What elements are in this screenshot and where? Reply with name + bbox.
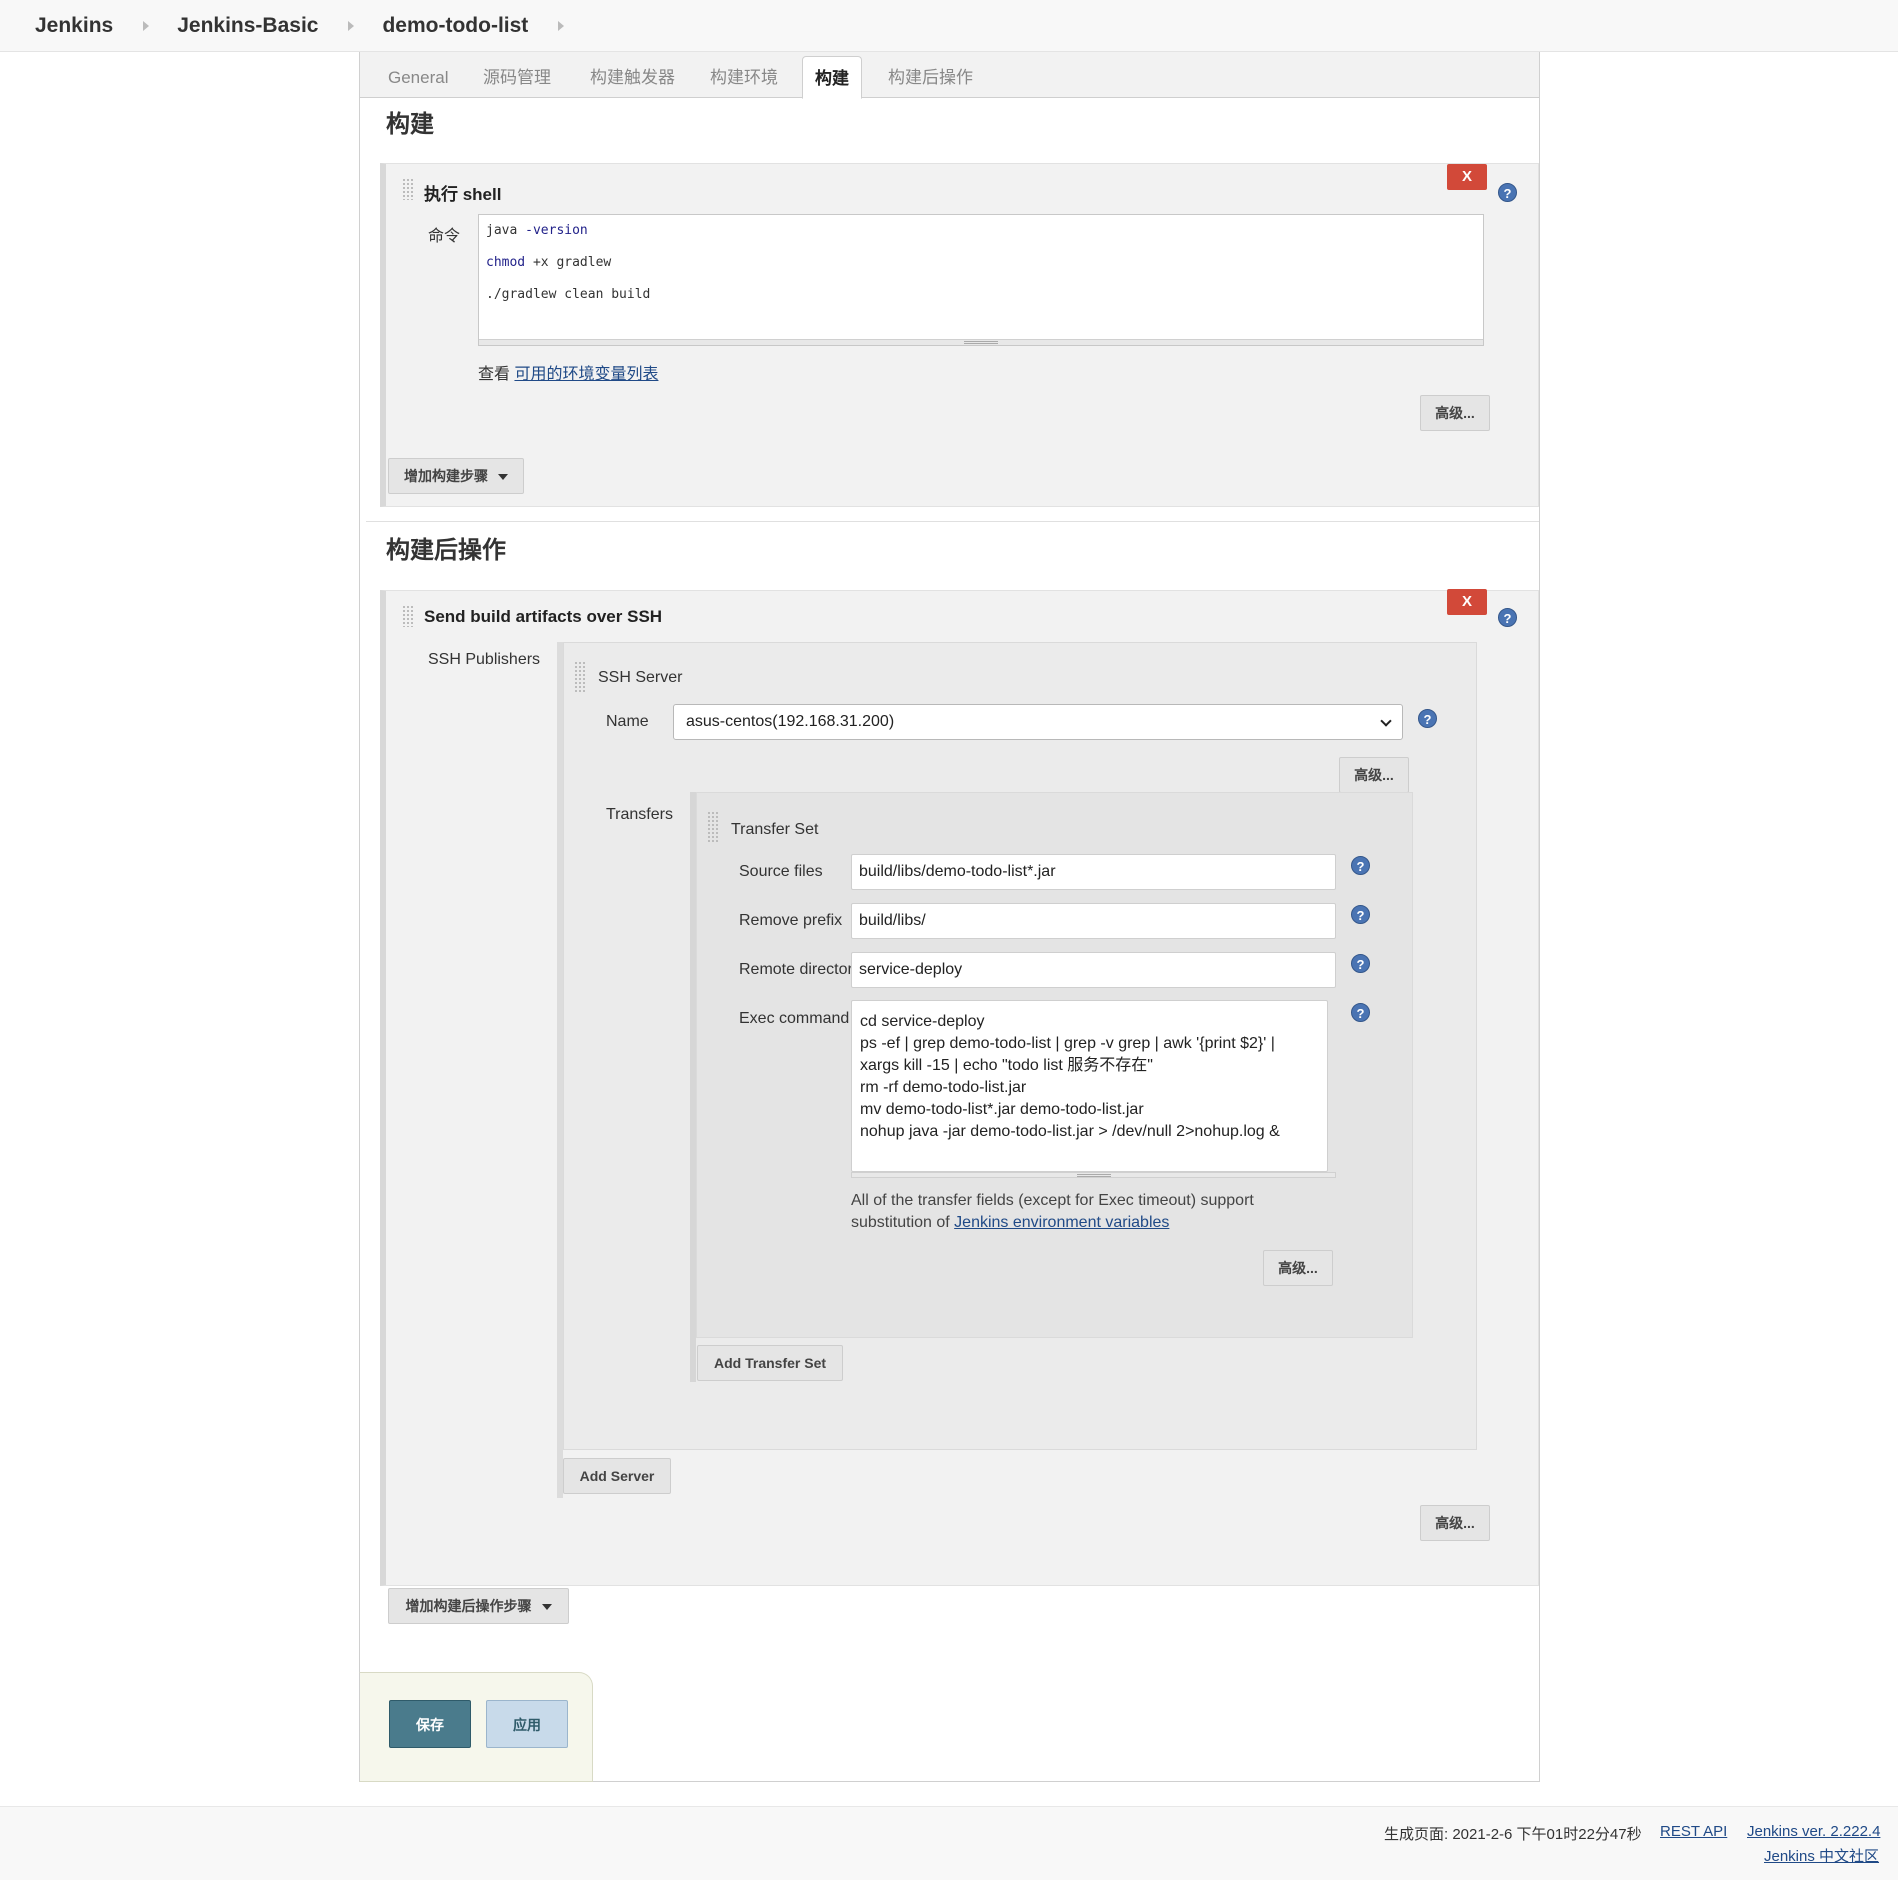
config-panel: General 源码管理 构建触发器 构建环境 构建 构建后操作 构建 执行 s… <box>359 52 1540 1782</box>
grip-icon <box>964 341 998 344</box>
drag-handle-icon[interactable] <box>574 661 586 693</box>
ssh-server-block: SSH Server Name asus-centos(192.168.31.2… <box>563 642 1477 1450</box>
transfer-fields-note: All of the transfer fields (except for E… <box>851 1190 1254 1234</box>
ssh-server-name-value: asus-centos(192.168.31.200) <box>686 713 895 730</box>
env-vars-prefix: 查看 <box>478 366 515 383</box>
ssh-publisher-step: Send build artifacts over SSH X ? SSH Pu… <box>380 589 1539 1586</box>
build-section-title: 构建 <box>386 111 434 138</box>
transfers-label: Transfers <box>606 806 673 823</box>
drag-handle-icon[interactable] <box>402 605 414 627</box>
transfer-set-label: Transfer Set <box>731 821 819 838</box>
source-files-label: Source files <box>739 863 823 880</box>
note-line-1: All of the transfer fields (except for E… <box>851 1192 1254 1209</box>
breadcrumb-separator-icon[interactable] <box>348 20 355 31</box>
command-editor[interactable]: java -version chmod +x gradlew ./gradlew… <box>478 214 1484 346</box>
jenkins-community-link[interactable]: Jenkins 中文社区 <box>1764 1845 1879 1866</box>
breadcrumb-separator-icon[interactable] <box>558 20 565 31</box>
post-build-section-title: 构建后操作 <box>386 537 506 564</box>
server-advanced-button[interactable]: 高级... <box>1339 757 1409 793</box>
jenkins-env-vars-link[interactable]: Jenkins environment variables <box>954 1214 1169 1231</box>
tab-triggers[interactable]: 构建触发器 <box>578 56 687 98</box>
ssh-server-name-select[interactable]: asus-centos(192.168.31.200) <box>673 704 1403 740</box>
textarea-resize-handle[interactable] <box>851 1172 1336 1178</box>
tab-general[interactable]: General <box>376 56 460 98</box>
remove-prefix-label: Remove prefix <box>739 912 843 929</box>
breadcrumb: Jenkins Jenkins-Basic demo-todo-list <box>0 0 1898 52</box>
add-transfer-set-button[interactable]: Add Transfer Set <box>697 1345 843 1381</box>
help-icon[interactable]: ? <box>1351 954 1370 973</box>
exec-command-textarea[interactable]: cd service-deploy ps -ef | grep demo-tod… <box>851 1000 1328 1172</box>
grip-icon <box>1076 1174 1111 1177</box>
help-icon[interactable]: ? <box>1351 1003 1370 1022</box>
add-post-build-step-label: 增加构建后操作步骤 <box>405 1598 532 1614</box>
breadcrumb-item-jenkins[interactable]: Jenkins <box>35 14 113 38</box>
page-footer: 生成页面: 2021-2-6 下午01时22分47秒 REST API Jenk… <box>0 1806 1898 1880</box>
editor-resize-handle[interactable] <box>479 339 1483 345</box>
source-files-input[interactable]: build/libs/demo-todo-list*.jar <box>851 854 1336 890</box>
command-label: 命令 <box>428 228 461 245</box>
dropdown-caret-icon <box>541 1604 552 1611</box>
transfer-set-block: Transfer Set Source files build/libs/dem… <box>696 792 1413 1338</box>
drag-handle-icon[interactable] <box>707 811 719 843</box>
remote-directory-input[interactable]: service-deploy <box>851 952 1336 988</box>
delete-step-button[interactable]: X <box>1447 164 1487 190</box>
drag-handle-icon[interactable] <box>402 178 414 200</box>
publisher-advanced-button[interactable]: 高级... <box>1420 1505 1490 1541</box>
note-line-2: substitution of Jenkins environment vari… <box>851 1212 1254 1234</box>
jenkins-version-link[interactable]: Jenkins ver. 2.222.4 <box>1747 1823 1880 1840</box>
tab-environment[interactable]: 构建环境 <box>698 56 790 98</box>
breadcrumb-separator-icon[interactable] <box>143 20 150 31</box>
add-post-build-step-button[interactable]: 增加构建后操作步骤 <box>388 1588 569 1624</box>
env-vars-hint: 查看 可用的环境变量列表 <box>478 360 658 384</box>
remote-directory-label: Remote directory <box>739 961 861 978</box>
add-build-step-button[interactable]: 增加构建步骤 <box>388 458 524 494</box>
tab-build[interactable]: 构建 <box>802 56 862 99</box>
name-label: Name <box>606 713 649 730</box>
execute-shell-title: 执行 shell <box>424 185 502 204</box>
code-line: ./gradlew clean build <box>486 287 651 302</box>
dropdown-caret-icon <box>498 474 508 481</box>
breadcrumb-item-demo-todo-list[interactable]: demo-todo-list <box>382 14 528 38</box>
help-icon[interactable]: ? <box>1418 709 1437 728</box>
add-build-step-label: 增加构建步骤 <box>404 468 488 484</box>
code-line: chmod +x gradlew <box>486 255 612 270</box>
help-icon[interactable]: ? <box>1351 905 1370 924</box>
ssh-publishers-label: SSH Publishers <box>428 651 541 668</box>
form-action-bar: 保存 应用 <box>359 1672 593 1782</box>
code-line: java -version <box>486 223 588 238</box>
tab-scm[interactable]: 源码管理 <box>471 56 563 98</box>
section-divider <box>366 521 1539 522</box>
ssh-server-label: SSH Server <box>598 669 683 686</box>
help-icon[interactable]: ? <box>1498 608 1517 627</box>
env-vars-link[interactable]: 可用的环境变量列表 <box>514 366 658 383</box>
note-prefix: substitution of <box>851 1214 955 1231</box>
ssh-publisher-title: Send build artifacts over SSH <box>424 607 663 626</box>
chevron-down-icon <box>1380 715 1392 727</box>
page-generated-timestamp: 生成页面: 2021-2-6 下午01时22分47秒 <box>1384 1826 1642 1843</box>
delete-step-button[interactable]: X <box>1447 589 1487 615</box>
apply-button[interactable]: 应用 <box>486 1700 568 1748</box>
build-advanced-button[interactable]: 高级... <box>1420 395 1490 431</box>
transfer-advanced-button[interactable]: 高级... <box>1263 1250 1333 1286</box>
exec-command-label: Exec command <box>739 1010 850 1027</box>
help-icon[interactable]: ? <box>1351 856 1370 875</box>
remove-prefix-input[interactable]: build/libs/ <box>851 903 1336 939</box>
add-server-button[interactable]: Add Server <box>563 1458 671 1494</box>
help-icon[interactable]: ? <box>1498 183 1517 202</box>
save-button[interactable]: 保存 <box>389 1700 471 1748</box>
rest-api-link[interactable]: REST API <box>1660 1823 1727 1840</box>
config-tabbar: General 源码管理 构建触发器 构建环境 构建 构建后操作 <box>360 52 1539 99</box>
execute-shell-step: 执行 shell X ? 命令 java -version chmod +x g… <box>380 163 1539 507</box>
breadcrumb-item-jenkins-basic[interactable]: Jenkins-Basic <box>177 14 318 38</box>
tab-post-build[interactable]: 构建后操作 <box>876 56 985 98</box>
